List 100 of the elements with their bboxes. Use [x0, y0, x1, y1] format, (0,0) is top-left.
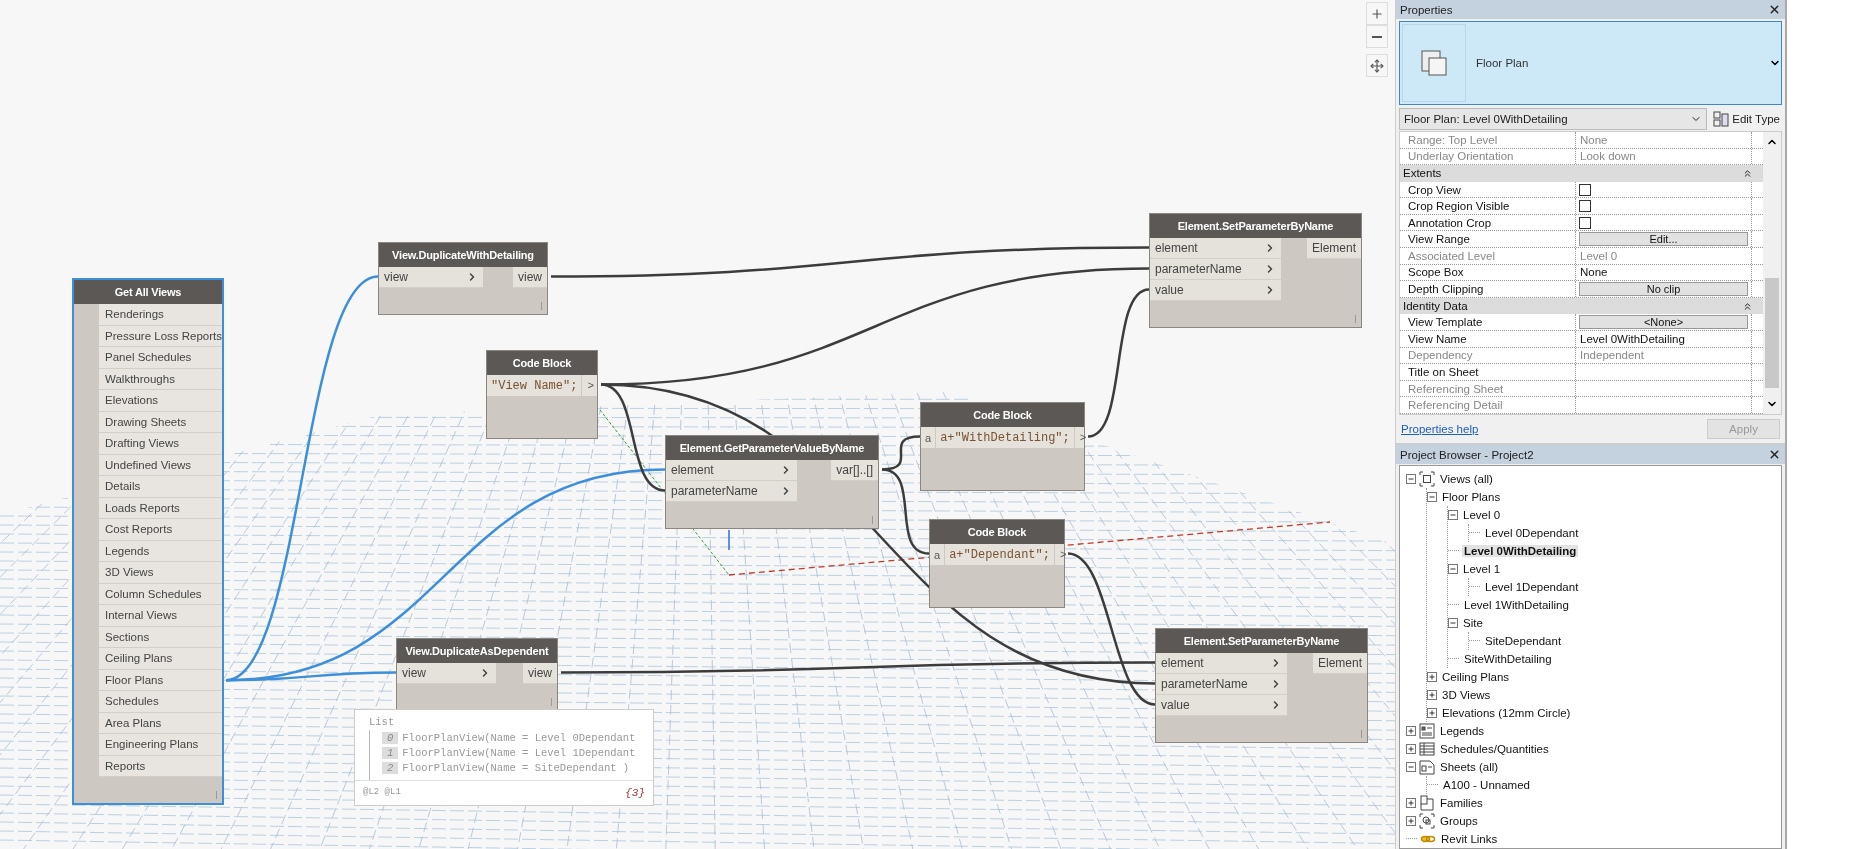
input-port[interactable]: value — [1150, 280, 1281, 301]
input-port[interactable]: a — [921, 427, 937, 448]
code-text[interactable]: "View Name"; — [487, 375, 583, 396]
type-selector[interactable]: Floor Plan — [1399, 21, 1782, 105]
checkbox[interactable] — [1579, 200, 1591, 213]
property-button[interactable]: No clip — [1579, 282, 1748, 297]
close-icon[interactable] — [1768, 3, 1781, 16]
output-port[interactable]: Element — [1306, 238, 1361, 259]
zoom-out-button[interactable] — [1366, 25, 1388, 48]
tree-item[interactable]: Legends — [1438, 725, 1487, 737]
view-type-item[interactable]: Panel Schedules — [99, 347, 222, 369]
view-type-item[interactable]: Column Schedules — [99, 583, 222, 605]
view-type-item[interactable]: Ceiling Plans — [99, 648, 222, 670]
view-type-item[interactable]: Drawing Sheets — [99, 411, 222, 433]
view-type-item[interactable]: Loads Reports — [99, 497, 222, 519]
input-port[interactable]: view — [397, 663, 497, 684]
input-port[interactable]: element — [1150, 238, 1281, 259]
code-text[interactable]: a+"WithDetailing"; — [936, 427, 1075, 448]
node-card[interactable]: Code Block "View Name"; > — [486, 350, 598, 439]
tree-item[interactable]: Ceiling Plans — [1440, 671, 1512, 683]
expand-box-icon[interactable] — [1427, 708, 1437, 718]
tree-item[interactable]: Level 0 — [1461, 509, 1503, 521]
collapse-box-icon[interactable] — [1406, 474, 1416, 484]
input-port[interactable]: value — [1156, 695, 1287, 716]
tree-item[interactable]: Floor Plans — [1440, 491, 1503, 503]
input-port[interactable]: parameterName — [1150, 259, 1281, 280]
input-port[interactable]: parameterName — [1156, 674, 1287, 695]
code-text[interactable]: a+"Dependant"; — [945, 544, 1055, 565]
tree-item[interactable]: SiteDependant — [1483, 635, 1564, 647]
view-type-item[interactable]: Sections — [99, 626, 222, 648]
input-port[interactable]: element — [666, 460, 798, 481]
view-type-item[interactable]: Floor Plans — [99, 669, 222, 691]
expand-box-icon[interactable] — [1406, 726, 1416, 736]
view-type-item[interactable]: Renderings — [99, 304, 222, 326]
tree-item[interactable]: Level 1Dependant — [1483, 581, 1581, 593]
collapse-box-icon[interactable] — [1448, 618, 1458, 628]
tree-item[interactable]: Views (all) — [1438, 473, 1495, 485]
view-type-item[interactable]: Reports — [99, 755, 222, 777]
view-type-item[interactable]: Walkthroughs — [99, 368, 222, 390]
expand-box-icon[interactable] — [1406, 816, 1416, 826]
tree-item[interactable]: Families — [1438, 797, 1485, 809]
tree-item[interactable]: Elevations (12mm Circle) — [1440, 707, 1573, 719]
tree-item[interactable]: Level 1WithDetailing — [1462, 599, 1571, 611]
instance-dropdown[interactable]: Floor Plan: Level 0WithDetailing — [1399, 108, 1708, 130]
tree-item[interactable]: Groups — [1438, 815, 1480, 827]
group-header[interactable]: Extents — [1400, 165, 1763, 182]
view-type-item[interactable]: Internal Views — [99, 605, 222, 627]
property-button[interactable]: Edit... — [1579, 232, 1748, 247]
expand-box-icon[interactable] — [1427, 690, 1437, 700]
checkbox[interactable] — [1579, 216, 1591, 229]
view-type-item[interactable]: Details — [99, 476, 222, 498]
tree-item[interactable]: Level 0Dependant — [1483, 527, 1581, 539]
expand-box-icon[interactable] — [1406, 744, 1416, 754]
view-type-item[interactable]: Legends — [99, 540, 222, 562]
help-link[interactable]: Properties help — [1401, 423, 1479, 435]
node-card[interactable] — [72, 278, 224, 805]
node-card[interactable]: Element.GetParameterValueByName element parameterName var[]..[] — [665, 435, 879, 529]
node-card[interactable]: Element.SetParameterByName element parameterName value Element — [1155, 628, 1368, 743]
view-type-item[interactable]: Elevations — [99, 390, 222, 412]
tree-item[interactable]: 3D Views — [1440, 689, 1493, 701]
node-card[interactable]: View.DuplicateAsDependent view view — [396, 638, 558, 711]
output-port[interactable]: > — [582, 375, 600, 396]
input-port[interactable]: view — [379, 267, 484, 288]
expand-box-icon[interactable] — [1406, 798, 1416, 808]
view-type-item[interactable]: Undefined Views — [99, 454, 222, 476]
pan-button[interactable] — [1366, 54, 1388, 77]
input-port[interactable]: a — [930, 544, 946, 565]
tree-item[interactable]: Site — [1461, 617, 1485, 629]
tree-item[interactable]: Level 1 — [1461, 563, 1503, 575]
view-type-item[interactable]: Schedules — [99, 691, 222, 713]
tree-item[interactable]: Level 0WithDetailing — [1462, 545, 1579, 557]
tree-item[interactable]: Revit Links — [1439, 833, 1500, 845]
tree-item[interactable]: SiteWithDetailing — [1462, 653, 1554, 665]
view-type-item[interactable]: Engineering Plans — [99, 734, 222, 756]
input-port[interactable]: parameterName — [666, 481, 798, 502]
input-port[interactable]: element — [1156, 653, 1287, 674]
tree-item[interactable]: Sheets (all) — [1438, 761, 1501, 773]
output-port[interactable]: view — [523, 663, 557, 684]
collapse-box-icon[interactable] — [1406, 762, 1416, 772]
property-button[interactable]: <None> — [1579, 315, 1748, 330]
edit-type-button[interactable]: Edit Type — [1711, 111, 1782, 127]
close-icon[interactable] — [1768, 448, 1781, 461]
view-type-item[interactable]: Drafting Views — [99, 433, 222, 455]
view-type-item[interactable]: Area Plans — [99, 712, 222, 734]
scrollbar[interactable] — [1763, 132, 1781, 414]
checkbox[interactable] — [1579, 183, 1591, 196]
collapse-box-icon[interactable] — [1448, 564, 1458, 574]
output-port[interactable]: Element — [1312, 653, 1367, 674]
output-port[interactable]: view — [513, 267, 547, 288]
tree-item[interactable]: A100 - Unnamed — [1441, 779, 1532, 791]
node-card[interactable]: View.DuplicateWithDetailing view view — [378, 242, 548, 315]
node-card[interactable]: Element.SetParameterByName element parameterName value Element — [1149, 213, 1362, 328]
view-type-item[interactable]: Cost Reports — [99, 519, 222, 541]
collapse-box-icon[interactable] — [1427, 492, 1437, 502]
expand-box-icon[interactable] — [1427, 672, 1437, 682]
view-type-item[interactable]: Pressure Loss Reports — [99, 325, 222, 347]
collapse-box-icon[interactable] — [1448, 510, 1458, 520]
view-type-item[interactable]: 3D Views — [99, 562, 222, 584]
output-port[interactable]: var[]..[] — [831, 460, 878, 481]
tree-item[interactable]: Schedules/Quantities — [1438, 743, 1551, 755]
